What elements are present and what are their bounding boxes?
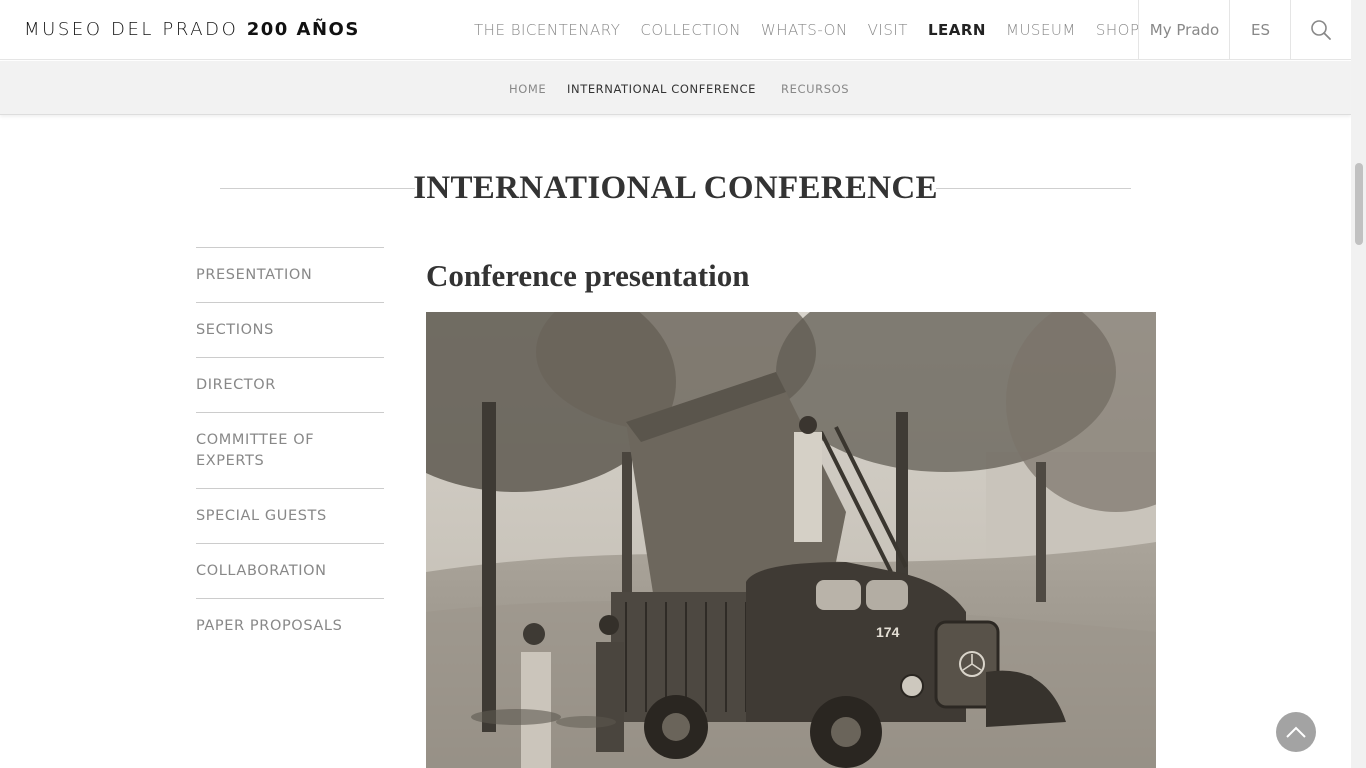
content-heading: Conference presentation [426, 258, 750, 293]
chevron-up-icon [1286, 726, 1306, 738]
side-item-presentation[interactable]: PRESENTATION [196, 248, 384, 303]
side-item-collaboration[interactable]: COLLABORATION [196, 544, 384, 599]
site-logo[interactable]: MUSEO DEL PRADO 200 AÑOS [24, 19, 360, 40]
logo-bold-text: 200 AÑOS [246, 19, 360, 40]
page-scrollbar[interactable] [1351, 0, 1366, 768]
back-to-top-button[interactable] [1276, 712, 1316, 752]
search-button[interactable] [1290, 0, 1351, 60]
sub-nav: HOME INTERNATIONAL CONFERENCE RECURSOS [0, 61, 1351, 115]
language-label: ES [1251, 21, 1270, 39]
nav-item-shop[interactable]: SHOP [1096, 21, 1140, 39]
side-menu: PRESENTATION SECTIONS DIRECTOR COMMITTEE… [196, 247, 384, 653]
side-item-sections[interactable]: SECTIONS [196, 303, 384, 358]
page-title: INTERNATIONAL CONFERENCE [413, 170, 938, 206]
photo-truck-image: 174 [426, 312, 1156, 768]
side-item-special-guests[interactable]: SPECIAL GUESTS [196, 489, 384, 544]
search-icon [1311, 20, 1331, 40]
language-switch[interactable]: ES [1229, 0, 1291, 60]
logo-text: MUSEO DEL PRADO [24, 19, 239, 40]
scrollbar-thumb[interactable] [1355, 163, 1363, 245]
nav-item-learn[interactable]: LEARN [928, 21, 986, 39]
truck-number: 174 [876, 624, 900, 640]
nav-item-museum[interactable]: MUSEUM [1006, 21, 1076, 39]
my-prado-link[interactable]: My Prado [1138, 0, 1230, 60]
conference-photo: 174 [426, 312, 1156, 768]
my-prado-label: My Prado [1149, 21, 1220, 39]
subnav-item-recursos[interactable]: RECURSOS [781, 82, 849, 96]
nav-item-whats-on[interactable]: WHATS-ON [761, 21, 848, 39]
subnav-item-international-conference[interactable]: INTERNATIONAL CONFERENCE [567, 82, 756, 96]
main-nav: THE BICENTENARY COLLECTION WHATS-ON VISI… [474, 0, 1140, 60]
subnav-item-home[interactable]: HOME [509, 82, 546, 96]
site-header: MUSEO DEL PRADO 200 AÑOS THE BICENTENARY… [0, 0, 1351, 60]
side-item-director[interactable]: DIRECTOR [196, 358, 384, 413]
nav-item-visit[interactable]: VISIT [868, 21, 908, 39]
side-item-committee-of-experts[interactable]: COMMITTEE OF EXPERTS [196, 413, 384, 489]
nav-item-bicentenary[interactable]: THE BICENTENARY [474, 21, 620, 39]
nav-item-collection[interactable]: COLLECTION [640, 21, 741, 39]
side-item-paper-proposals[interactable]: PAPER PROPOSALS [196, 599, 384, 653]
